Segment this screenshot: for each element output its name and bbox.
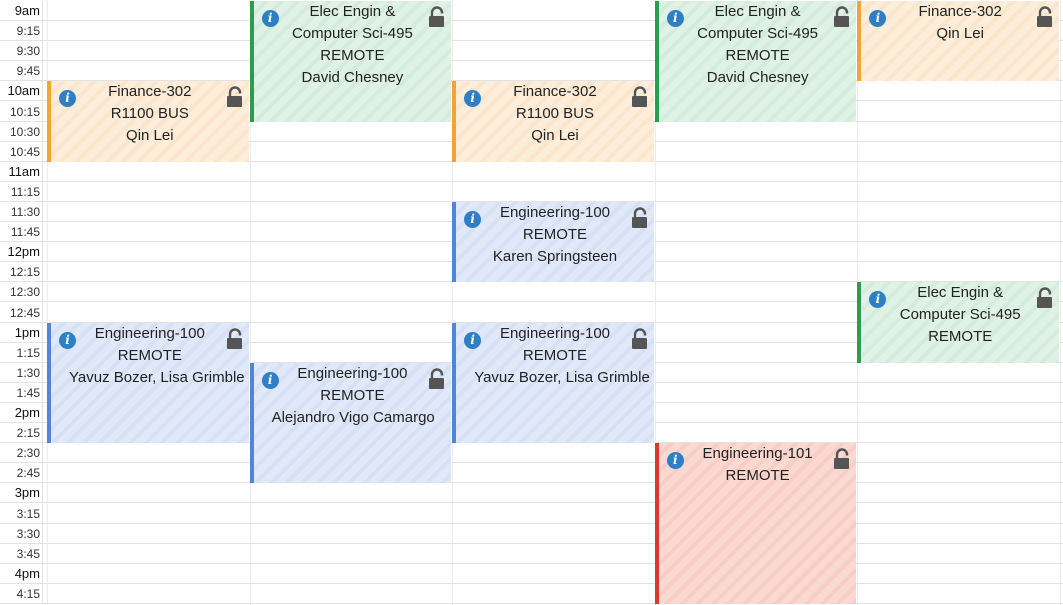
time-label: 10:15: [0, 101, 43, 122]
event-line: Finance-302: [918, 3, 1002, 20]
event-line: Engineering-100: [499, 324, 611, 342]
event-line: REMOTE: [725, 47, 790, 64]
time-label: 3pm: [0, 483, 43, 504]
event-block[interactable]: i Engineering-100 REMOTE Alejandro Vigo Cam…: [249, 362, 452, 484]
time-row[interactable]: 2:45: [0, 463, 1063, 484]
event-line: Engineering-100: [297, 364, 408, 382]
event-block[interactable]: i Elec Engin & Computer Sci-495 REMOTE David…: [249, 1, 452, 122]
event-details: Engineering-100 REMOTE Karen Springsteen: [456, 202, 654, 268]
event-line: Elec Engin &: [714, 3, 801, 20]
event-line: REMOTE: [725, 467, 790, 485]
event-line: Qin Lei: [126, 127, 174, 145]
time-label: 9:45: [0, 61, 43, 82]
event-details: Finance-302 R1100 BUS Qin Lei: [51, 81, 249, 147]
time-label: 12:45: [0, 302, 43, 323]
time-label: 9am: [0, 1, 43, 21]
event-line: REMOTE: [320, 386, 385, 404]
time-label: 11:15: [0, 181, 43, 202]
time-label: 2pm: [0, 403, 43, 423]
event-line: Finance-302: [513, 83, 597, 101]
time-label: 3:45: [0, 543, 43, 564]
time-label: 11am: [0, 161, 43, 182]
time-label: 11:45: [0, 222, 43, 243]
time-label: 2:45: [0, 463, 43, 484]
event-line: Qin Lei: [936, 25, 984, 42]
event-line: Yavuz Bozer, Lisa Grimble: [69, 368, 245, 386]
event-details: Elec Engin & Computer Sci-495 REMOTE David …: [254, 1, 452, 89]
time-label: 10:30: [0, 121, 43, 142]
time-label: 2:30: [0, 443, 43, 464]
event-line: Karen Springsteen: [492, 248, 618, 265]
time-row[interactable]: 3:15: [0, 503, 1063, 524]
event-line: Yavuz Bozer, Lisa Grimble: [474, 368, 650, 386]
event-details: Engineering-100 REMOTE Yavuz Bozer, Lisa G…: [51, 323, 249, 389]
event-line: Elec Engin &: [309, 3, 396, 20]
time-label: 10:45: [0, 141, 43, 162]
time-row[interactable]: 4:15: [0, 583, 1063, 604]
time-label: 1:15: [0, 342, 43, 363]
time-row[interactable]: 11am: [0, 161, 1063, 182]
event-line: Engineering-101: [702, 445, 813, 463]
time-label: 3:15: [0, 503, 43, 524]
event-line: David Chesney: [706, 69, 809, 86]
event-line: Alejandro Vigo Camargo: [271, 408, 435, 426]
time-row[interactable]: 3:45: [0, 543, 1063, 564]
event-line: REMOTE: [117, 346, 182, 364]
event-details: Engineering-100 REMOTE Alejandro Vigo Cama…: [254, 363, 452, 429]
time-row[interactable]: 2:30: [0, 443, 1063, 464]
event-block[interactable]: i Finance-302 R1100 BUS Qin Lei: [47, 81, 249, 162]
event-block[interactable]: i Engineering-101 REMOTE: [654, 443, 857, 604]
time-label: 1:45: [0, 382, 43, 403]
time-label: 12:15: [0, 262, 43, 283]
event-block[interactable]: i Finance-302 R1100 BUS Qin Lei: [452, 81, 654, 162]
event-line: David Chesney: [301, 69, 404, 86]
time-label: 1pm: [0, 322, 43, 343]
event-block[interactable]: i Elec Engin & Computer Sci-495 REMOTE: [857, 282, 1059, 363]
event-block[interactable]: i Engineering-100 REMOTE Yavuz Bozer, Lisa …: [452, 322, 654, 444]
event-line: REMOTE: [522, 346, 588, 364]
event-line: Engineering-100: [499, 204, 611, 221]
time-row[interactable]: 3pm: [0, 483, 1063, 504]
event-block[interactable]: i Engineering-100 REMOTE Yavuz Bozer, Lisa …: [47, 322, 249, 444]
time-row[interactable]: 3:30: [0, 523, 1063, 544]
time-label: 9:30: [0, 41, 43, 62]
event-line: Finance-302: [108, 83, 192, 101]
time-label: 4pm: [0, 563, 43, 584]
time-label: 12pm: [0, 242, 43, 263]
time-label: 1:30: [0, 362, 43, 383]
time-label: 2:15: [0, 423, 43, 444]
event-details: Elec Engin & Computer Sci-495 REMOTE: [861, 282, 1059, 348]
event-line: Engineering-100: [94, 324, 205, 342]
event-details: Finance-302 Qin Lei: [861, 1, 1059, 45]
event-line: REMOTE: [522, 226, 588, 243]
time-label: 12:30: [0, 282, 43, 303]
time-row[interactable]: 11:15: [0, 181, 1063, 202]
event-line: Qin Lei: [531, 127, 579, 145]
event-details: Engineering-100 REMOTE Yavuz Bozer, Lisa G…: [456, 323, 654, 389]
event-line: Computer Sci-495: [697, 25, 819, 42]
event-line: Elec Engin &: [917, 284, 1004, 302]
event-details: Elec Engin & Computer Sci-495 REMOTE David …: [659, 1, 857, 89]
event-details: Engineering-101 REMOTE: [659, 443, 857, 487]
event-line: Computer Sci-495: [899, 306, 1021, 324]
event-line: R1100 BUS: [515, 105, 595, 123]
day-column-divider: [1060, 0, 1061, 605]
event-line: Computer Sci-495: [291, 25, 413, 42]
time-label: 11:30: [0, 202, 43, 222]
time-label: 3:30: [0, 523, 43, 544]
event-block[interactable]: i Engineering-100 REMOTE Karen Springsteen: [452, 202, 654, 283]
time-row[interactable]: 4pm: [0, 563, 1063, 584]
time-label: 10am: [0, 81, 43, 102]
event-line: REMOTE: [320, 47, 385, 64]
time-label: 9:15: [0, 21, 43, 42]
event-block[interactable]: i Finance-302 Qin Lei: [857, 1, 1059, 82]
time-label: 4:15: [0, 583, 43, 604]
event-block[interactable]: i Elec Engin & Computer Sci-495 REMOTE David…: [654, 1, 857, 122]
weekly-calendar-grid: 9am 9:15 9:30 9:45 10am 10:15 10:30 10:45 11am 11…: [0, 0, 1063, 605]
event-details: Finance-302 R1100 BUS Qin Lei: [456, 81, 654, 147]
event-line: REMOTE: [928, 328, 993, 346]
event-line: R1100 BUS: [110, 105, 189, 123]
